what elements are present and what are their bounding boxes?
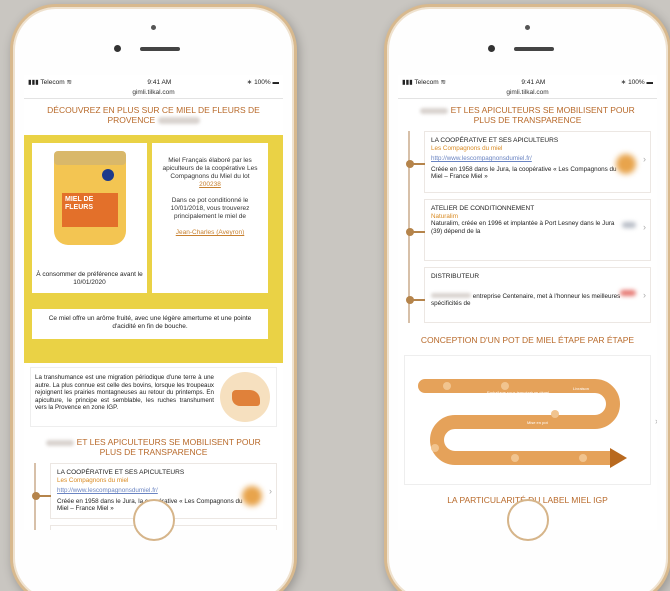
redacted-text — [420, 107, 449, 114]
honey-panel: MIEL DE FLEURS À consommer de préférence… — [24, 135, 283, 363]
redacted-text — [46, 439, 75, 446]
card-title: LA COOPÉRATIVE ET SES APICULTEURS — [57, 469, 185, 476]
redacted-text — [157, 117, 200, 125]
front-camera — [150, 25, 156, 30]
url-bar[interactable]: gimli.tilkal.com — [398, 89, 657, 99]
packaging-text: Dans ce pot conditionné le 10/01/2018, v… — [170, 197, 250, 220]
section-title: DÉCOUVREZ EN PLUS SUR CE MIEL DE FLEURS … — [47, 105, 260, 125]
url-bar[interactable]: gimli.tilkal.com — [24, 89, 283, 99]
distributor-logo-icon — [620, 290, 636, 296]
speaker-grille — [513, 47, 554, 51]
card-text: Créée en 1958 dans le Jura, la coopérati… — [431, 165, 617, 181]
timeline-connector — [413, 163, 425, 165]
card-title: ATELIER DE CONDITIONNEMENT — [431, 205, 535, 212]
home-button[interactable] — [132, 499, 175, 541]
mobilise-title: ET LES APICULTEURS SE MOBILISENT POUR PL… — [398, 99, 657, 131]
card-subtitle: Naturalim — [431, 212, 458, 220]
process-path: Récolte Emballage sous température dégel… — [418, 379, 627, 469]
chevron-right-icon[interactable]: › — [643, 223, 646, 232]
card-subtitle: Les Compagnons du miel — [431, 144, 503, 152]
step-marker — [511, 454, 519, 462]
camera-lens — [487, 45, 495, 52]
card-subtitle: Les Compagnons du miel — [57, 476, 129, 484]
conception-title: CONCEPTION D'UN POT DE MIEL ÉTAPE PAR ÉT… — [420, 335, 635, 345]
provence-map-icon — [220, 372, 270, 422]
process-diagram: Récolte Emballage sous température dégel… — [404, 355, 657, 485]
step-label: Dégustation — [571, 464, 592, 469]
naturalim-logo-icon — [622, 222, 636, 228]
carrier: ▮▮▮ Telecom ≋ — [402, 79, 446, 86]
card-link[interactable]: http://www.lescompagnonsdumiel.fr/ — [431, 155, 622, 163]
status-bar: ▮▮▮ Telecom ≋ 9:41 AM ∗ 100% ▬ — [398, 75, 657, 89]
step-label: Emballage sous température dégel — [487, 390, 549, 395]
timeline-connector — [413, 231, 425, 233]
packaging-card[interactable]: ATELIER DE CONDITIONNEMENT Naturalim Nat… — [406, 199, 651, 261]
step-label: Livraison — [573, 386, 589, 391]
card-title: LA COOPÉRATIVE ET SES APICULTEURS — [431, 137, 559, 144]
front-camera — [524, 25, 530, 30]
step-marker — [431, 444, 439, 452]
step-marker — [501, 382, 509, 390]
taste-note: Ce miel offre un arôme fruité, avec une … — [32, 309, 268, 339]
transhumance-card: La transhumance est une migration périod… — [30, 367, 277, 427]
battery: ∗ 100% ▬ — [246, 79, 279, 86]
status-bar: ▮▮▮ Telecom ≋ 9:41 AM ∗ 100% ▬ — [24, 75, 283, 89]
jar-label: MIEL DE FLEURS — [62, 193, 118, 227]
step-label: Mise en pot — [527, 420, 549, 425]
screen: ▮▮▮ Telecom ≋ 9:41 AM ∗ 100% ▬ gimli.til… — [398, 75, 657, 530]
cooperative-card[interactable]: LA COOPÉRATIVE ET SES APICULTEURS Les Co… — [406, 131, 651, 193]
card-link[interactable]: http://www.lescompagnonsdumiel.fr/ — [57, 487, 248, 495]
camera-lens — [113, 45, 121, 52]
step-marker — [579, 454, 587, 462]
jar-lid — [54, 151, 126, 165]
cooperative-logo-icon — [616, 154, 636, 174]
chevron-right-icon[interactable]: › — [269, 487, 272, 496]
screen: ▮▮▮ Telecom ≋ 9:41 AM ∗ 100% ▬ gimli.til… — [24, 75, 283, 530]
timeline-connector — [39, 495, 51, 497]
igp-seal-icon — [102, 169, 114, 181]
cooperative-logo-icon — [242, 486, 262, 506]
best-before: À consommer de préférence avant le 10/01… — [36, 271, 143, 286]
timeline-connector — [413, 299, 425, 301]
phone-right: ▮▮▮ Telecom ≋ 9:41 AM ∗ 100% ▬ gimli.til… — [384, 4, 670, 591]
origin-text: Miel Français élaboré par les apiculteur… — [162, 157, 258, 180]
chevron-right-icon[interactable]: › — [655, 416, 657, 426]
step-label: Récolte — [441, 394, 455, 399]
mockup-stage: ▮▮▮ Telecom ≋ 9:41 AM ∗ 100% ▬ gimli.til… — [0, 0, 670, 591]
battery: ∗ 100% ▬ — [620, 79, 653, 86]
card-text: entreprise Centenaire, met à l'honneur l… — [431, 292, 621, 307]
speaker-grille — [139, 47, 180, 51]
home-button[interactable] — [506, 499, 549, 541]
chevron-right-icon[interactable]: › — [643, 155, 646, 164]
jar-card: MIEL DE FLEURS À consommer de préférence… — [32, 143, 147, 293]
step-marker — [551, 410, 559, 418]
clock: 9:41 AM — [147, 78, 172, 86]
card-title: DISTRIBUTEUR — [431, 273, 480, 280]
carrier: ▮▮▮ Telecom ≋ — [28, 79, 72, 86]
step-label: Présentation en magasin — [493, 464, 537, 469]
phone-left: ▮▮▮ Telecom ≋ 9:41 AM ∗ 100% ▬ gimli.til… — [10, 4, 297, 591]
mobilise-title: ET LES APICULTEURS SE MOBILISENT POUR PL… — [24, 431, 283, 463]
lot-link[interactable]: 200238 — [157, 181, 263, 189]
transhumance-text: La transhumance est une migration périod… — [35, 374, 214, 411]
info-card: Miel Français élaboré par les apiculteur… — [152, 143, 268, 293]
chevron-right-icon[interactable]: › — [643, 291, 646, 300]
card-text: Naturalim, créée en 1996 et implantée à … — [431, 220, 615, 235]
distributor-card[interactable]: DISTRIBUTEUR entreprise Centenaire, met … — [406, 267, 651, 323]
redacted-text — [431, 293, 471, 299]
timeline: LA COOPÉRATIVE ET SES APICULTEURS Les Co… — [404, 131, 651, 323]
step-marker — [443, 382, 451, 390]
clock: 9:41 AM — [521, 78, 546, 86]
beekeeper-link[interactable]: Jean-Charles (Aveyron) — [157, 229, 263, 237]
